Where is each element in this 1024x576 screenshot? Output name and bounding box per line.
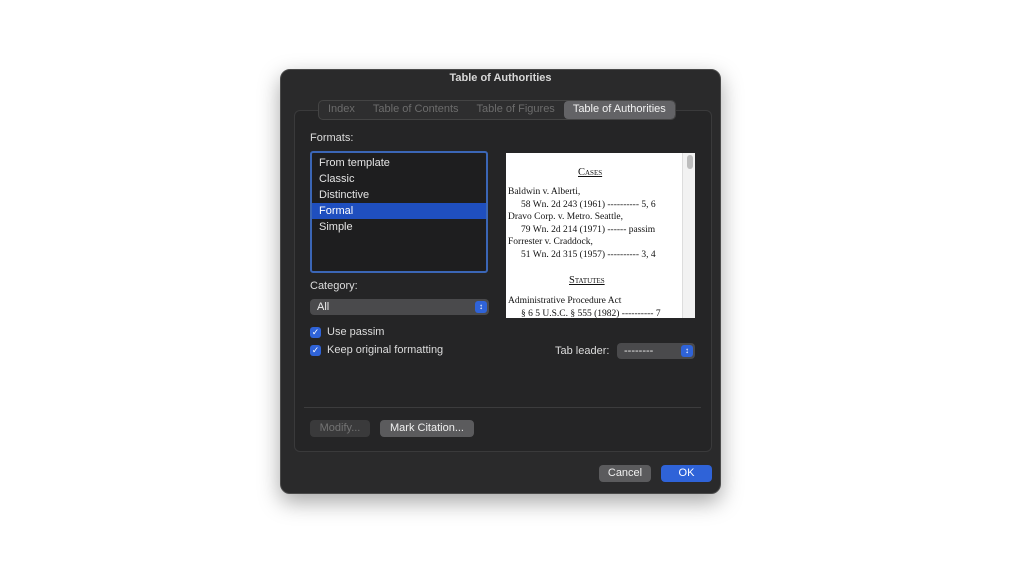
use-passim-checkbox[interactable]: ✓ Use passim bbox=[310, 326, 384, 338]
preview-case-name: Dravo Corp. v. Metro. Seattle, bbox=[508, 212, 623, 222]
tab-index[interactable]: Index bbox=[319, 101, 364, 119]
checkmark-icon: ✓ bbox=[310, 326, 321, 338]
preview-scrollbar[interactable] bbox=[682, 153, 695, 318]
formats-label: Formats: bbox=[310, 132, 354, 144]
modify-button[interactable]: Modify... bbox=[310, 420, 370, 437]
preview-statutes-heading: Statutes bbox=[569, 275, 605, 286]
mark-citation-button[interactable]: Mark Citation... bbox=[380, 420, 474, 437]
format-item-simple[interactable]: Simple bbox=[312, 219, 486, 235]
preview-case-cite: 79 Wn. 2d 214 (1971) ------ passim bbox=[521, 225, 656, 235]
preview-case-cite: 58 Wn. 2d 243 (1961) ---------- 5, 6 bbox=[521, 200, 656, 210]
format-item-distinctive[interactable]: Distinctive bbox=[312, 187, 486, 203]
dialog-title: Table of Authorities bbox=[449, 72, 552, 84]
format-preview: Cases Baldwin v. Alberti, 58 Wn. 2d 243 … bbox=[506, 153, 695, 318]
keep-formatting-checkbox[interactable]: ✓ Keep original formatting bbox=[310, 344, 443, 356]
category-value: All bbox=[317, 301, 330, 313]
cancel-button[interactable]: Cancel bbox=[599, 465, 651, 482]
table-of-authorities-dialog: Table of Authorities Index Table of Cont… bbox=[280, 69, 721, 494]
tab-table-of-authorities[interactable]: Table of Authorities bbox=[563, 101, 675, 119]
category-select[interactable]: All ↕ bbox=[310, 299, 489, 315]
category-label: Category: bbox=[310, 280, 358, 292]
divider bbox=[304, 407, 701, 408]
preview-cases-heading: Cases bbox=[578, 167, 603, 178]
format-item-from-template[interactable]: From template bbox=[312, 155, 486, 171]
keep-formatting-label: Keep original formatting bbox=[327, 344, 444, 356]
ok-button[interactable]: OK bbox=[661, 465, 712, 482]
preview-statute-name: Administrative Procedure Act bbox=[508, 296, 622, 306]
tab-leader-label: Tab leader: bbox=[555, 345, 610, 357]
updown-chevron-icon: ↕ bbox=[681, 345, 693, 357]
tab-leader-value: -------- bbox=[624, 345, 654, 357]
preview-case-name: Baldwin v. Alberti, bbox=[508, 187, 581, 197]
preview-case-cite: 51 Wn. 2d 315 (1957) ---------- 3, 4 bbox=[521, 250, 656, 260]
preview-case-name: Forrester v. Craddock, bbox=[508, 237, 593, 247]
preview-statute-cite: § 6 5 U.S.C. § 555 (1982) ---------- 7 bbox=[521, 309, 661, 318]
updown-chevron-icon: ↕ bbox=[475, 301, 487, 313]
format-item-classic[interactable]: Classic bbox=[312, 171, 486, 187]
format-item-formal[interactable]: Formal bbox=[312, 203, 486, 219]
use-passim-label: Use passim bbox=[327, 326, 385, 338]
scrollbar-thumb[interactable] bbox=[687, 155, 693, 169]
tab-table-of-figures[interactable]: Table of Figures bbox=[468, 101, 564, 119]
tab-bar: Index Table of Contents Table of Figures… bbox=[318, 100, 676, 120]
formats-list[interactable]: From template Classic Distinctive Formal… bbox=[310, 151, 488, 273]
tab-leader-select[interactable]: -------- ↕ bbox=[617, 343, 695, 359]
checkmark-icon: ✓ bbox=[310, 344, 321, 356]
tab-table-of-contents[interactable]: Table of Contents bbox=[364, 101, 468, 119]
